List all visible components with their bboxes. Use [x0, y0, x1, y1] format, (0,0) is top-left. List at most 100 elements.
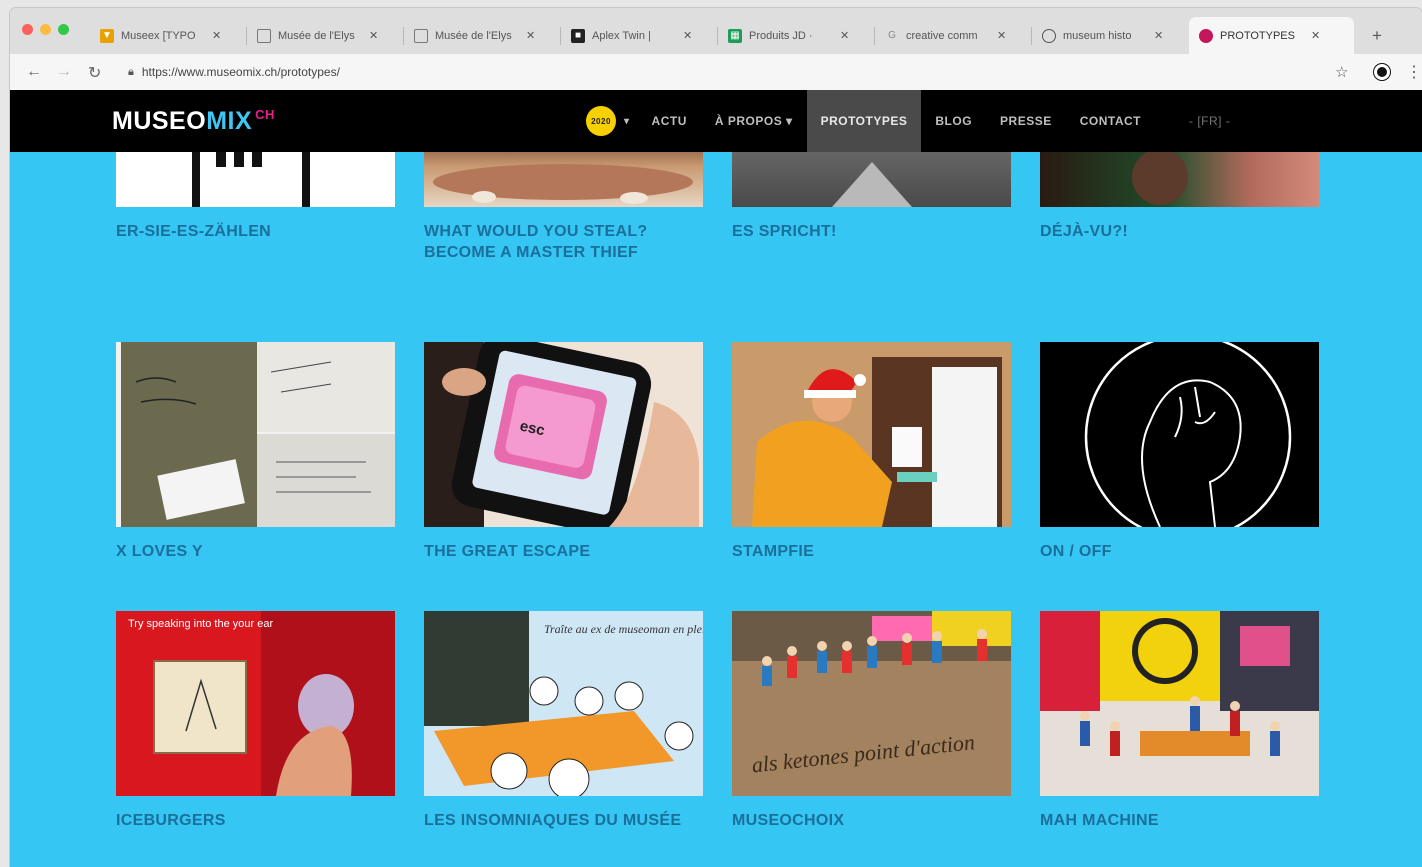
sketch-text: Traîte au ex de museoman en plein Beauf …	[544, 622, 703, 636]
tab-title: creative comm	[906, 29, 978, 42]
prototype-title[interactable]: STAMPFIE	[732, 541, 1011, 562]
prototype-title[interactable]: MAH MACHINE	[1040, 810, 1319, 831]
prototype-card[interactable]: DÉJÀ-VU?!	[1040, 152, 1319, 242]
prototype-card[interactable]: ES SPRICHT!	[732, 152, 1011, 242]
prototype-title[interactable]: THE GREAT ESCAPE	[424, 541, 703, 562]
browser-tab[interactable]: museum histo ✕	[1032, 17, 1189, 54]
nav-item-actu[interactable]: ACTU	[638, 90, 701, 152]
close-tab-icon[interactable]: ✕	[840, 29, 849, 42]
prototype-card[interactable]: ER-SIE-ES-ZÄHLEN	[116, 152, 395, 242]
prototype-title[interactable]: LES INSOMNIAQUES DU MUSÉE	[424, 810, 703, 831]
site-header: MUSEOMIX CH 2020 ▾ ACTU À PROPOS ▾ PROTOT…	[10, 90, 1422, 152]
prototype-card[interactable]: Try speaking into the your ear ICEBURGER…	[116, 611, 395, 831]
menu-icon[interactable]: ⋮	[1406, 62, 1422, 82]
logo-text-museo: MUSEO	[112, 107, 207, 135]
close-tab-icon[interactable]: ✕	[212, 29, 221, 42]
logo-text-ch: CH	[255, 107, 275, 122]
prototype-title[interactable]: ES SPRICHT!	[732, 221, 1011, 242]
prototype-card[interactable]: als ketones point d'action MUSEOCHOIX	[732, 611, 1011, 831]
main-nav: 2020 ▾ ACTU À PROPOS ▾ PROTOTYPES BLOG P…	[578, 90, 1244, 152]
bookmark-star-icon[interactable]: ☆	[1335, 63, 1348, 81]
iceburgers-image-text: Try speaking into the your ear	[128, 618, 273, 630]
tab-title: Museex [TYPO	[121, 29, 196, 42]
sand-writing-text: als ketones point d'action	[751, 729, 976, 777]
browser-tab[interactable]: ▦ Produits JD · ✕	[718, 17, 875, 54]
tab-title: Produits JD ·	[749, 29, 813, 42]
browser-tab[interactable]: Musée de l'Elys ✕	[247, 17, 404, 54]
minimize-window-button[interactable]	[40, 24, 51, 35]
prototype-image[interactable]: Traîte au ex de museoman en plein Beauf …	[424, 611, 703, 796]
address-bar: ← → ↻ 🔒︎ https://www.museomix.ch/prototy…	[10, 54, 1422, 91]
url-text: https://www.museomix.ch/prototypes/	[141, 65, 340, 79]
prototype-title[interactable]: MUSEOCHOIX	[732, 810, 1011, 831]
language-selector[interactable]: - [FR] -	[1175, 90, 1244, 152]
prototype-title[interactable]: WHAT WOULD YOU STEAL? BECOME A MASTER TH…	[424, 221, 703, 263]
prototype-image[interactable]	[732, 342, 1011, 527]
prototype-image[interactable]	[116, 342, 395, 527]
sheet-icon: ▦	[728, 28, 742, 43]
back-icon[interactable]: ←	[26, 63, 42, 81]
prototype-image[interactable]	[1040, 152, 1319, 207]
browser-tab[interactable]: ■ Aplex Twin | ✕	[561, 17, 718, 54]
extension-icon[interactable]	[1374, 64, 1390, 80]
logo-text-mix: MIX	[206, 107, 253, 135]
prototype-image[interactable]	[1040, 611, 1319, 796]
document-icon	[257, 28, 271, 43]
prototype-image[interactable]	[1040, 342, 1319, 527]
close-window-button[interactable]	[22, 24, 33, 35]
prototype-card[interactable]: WHAT WOULD YOU STEAL? BECOME A MASTER TH…	[424, 152, 703, 263]
nav-item-contact[interactable]: CONTACT	[1066, 90, 1155, 152]
prototypes-grid: ER-SIE-ES-ZÄHLEN WHAT WOULD YOU STEAL? B…	[10, 152, 1422, 867]
close-tab-icon[interactable]: ✕	[526, 29, 535, 42]
cc-icon: G	[888, 30, 896, 41]
browser-tab[interactable]: Musée de l'Elys ✕	[404, 17, 561, 54]
tab-title: Musée de l'Elys	[278, 29, 355, 42]
close-tab-icon[interactable]: ✕	[997, 29, 1006, 42]
site-logo[interactable]: MUSEOMIX CH	[112, 107, 275, 136]
prototype-image[interactable]	[424, 152, 703, 207]
tab-title: museum histo	[1063, 29, 1132, 42]
edition-badge-icon: 2020	[586, 106, 616, 136]
prototype-title[interactable]: ER-SIE-ES-ZÄHLEN	[116, 221, 395, 242]
tab-title: PROTOTYPES	[1220, 29, 1295, 42]
browser-tab-active[interactable]: PROTOTYPES ✕	[1189, 17, 1354, 54]
prototype-title[interactable]: DÉJÀ-VU?!	[1040, 221, 1319, 242]
browser-tab[interactable]: G creative comm ✕	[875, 17, 1032, 54]
new-tab-icon[interactable]: +	[1372, 26, 1382, 46]
forward-icon[interactable]: →	[56, 63, 72, 81]
nav-item-a-propos[interactable]: À PROPOS ▾	[701, 90, 807, 152]
nav-item-blog[interactable]: BLOG	[921, 90, 986, 152]
url-field[interactable]: 🔒︎ https://www.museomix.ch/prototypes/	[128, 61, 1328, 83]
chevron-down-icon: ▾	[624, 115, 630, 127]
site-icon	[1199, 28, 1213, 43]
close-tab-icon[interactable]: ✕	[1154, 29, 1163, 42]
close-tab-icon[interactable]: ✕	[1311, 29, 1320, 42]
prototype-image[interactable]: esc	[424, 342, 703, 527]
prototype-image[interactable]: als ketones point d'action	[732, 611, 1011, 796]
close-tab-icon[interactable]: ✕	[369, 29, 378, 42]
prototype-title[interactable]: ICEBURGERS	[116, 810, 395, 831]
close-tab-icon[interactable]: ✕	[683, 29, 692, 42]
prototype-card[interactable]: ON / OFF	[1040, 342, 1319, 562]
prototype-image[interactable]: Try speaking into the your ear	[116, 611, 395, 796]
prototype-image[interactable]	[116, 152, 395, 207]
vue-icon: ▼	[100, 28, 114, 43]
browser-tab[interactable]: ▼ Museex [TYPO ✕	[90, 17, 247, 54]
prototype-card[interactable]: esc THE GREAT ESCAPE	[424, 342, 703, 562]
prototype-card[interactable]: X LOVES Y	[116, 342, 395, 562]
edition-selector[interactable]: 2020 ▾	[578, 90, 638, 152]
prototype-card[interactable]: MAH MACHINE	[1040, 611, 1319, 831]
prototype-title[interactable]: X LOVES Y	[116, 541, 395, 562]
tab-title: Aplex Twin |	[592, 29, 651, 42]
prototype-card[interactable]: Traîte au ex de museoman en plein Beauf …	[424, 611, 703, 831]
prototype-title[interactable]: ON / OFF	[1040, 541, 1319, 562]
prototype-card[interactable]: STAMPFIE	[732, 342, 1011, 562]
nav-item-presse[interactable]: PRESSE	[986, 90, 1066, 152]
prototype-image[interactable]	[732, 152, 1011, 207]
reload-icon[interactable]: ↻	[88, 63, 101, 83]
tab-title: Musée de l'Elys	[435, 29, 512, 42]
app-icon: ■	[571, 28, 585, 43]
nav-item-prototypes[interactable]: PROTOTYPES	[806, 90, 922, 152]
maximize-window-button[interactable]	[58, 24, 69, 35]
tab-bar: ▼ Museex [TYPO ✕ Musée de l'Elys ✕ Musée…	[10, 8, 1422, 54]
